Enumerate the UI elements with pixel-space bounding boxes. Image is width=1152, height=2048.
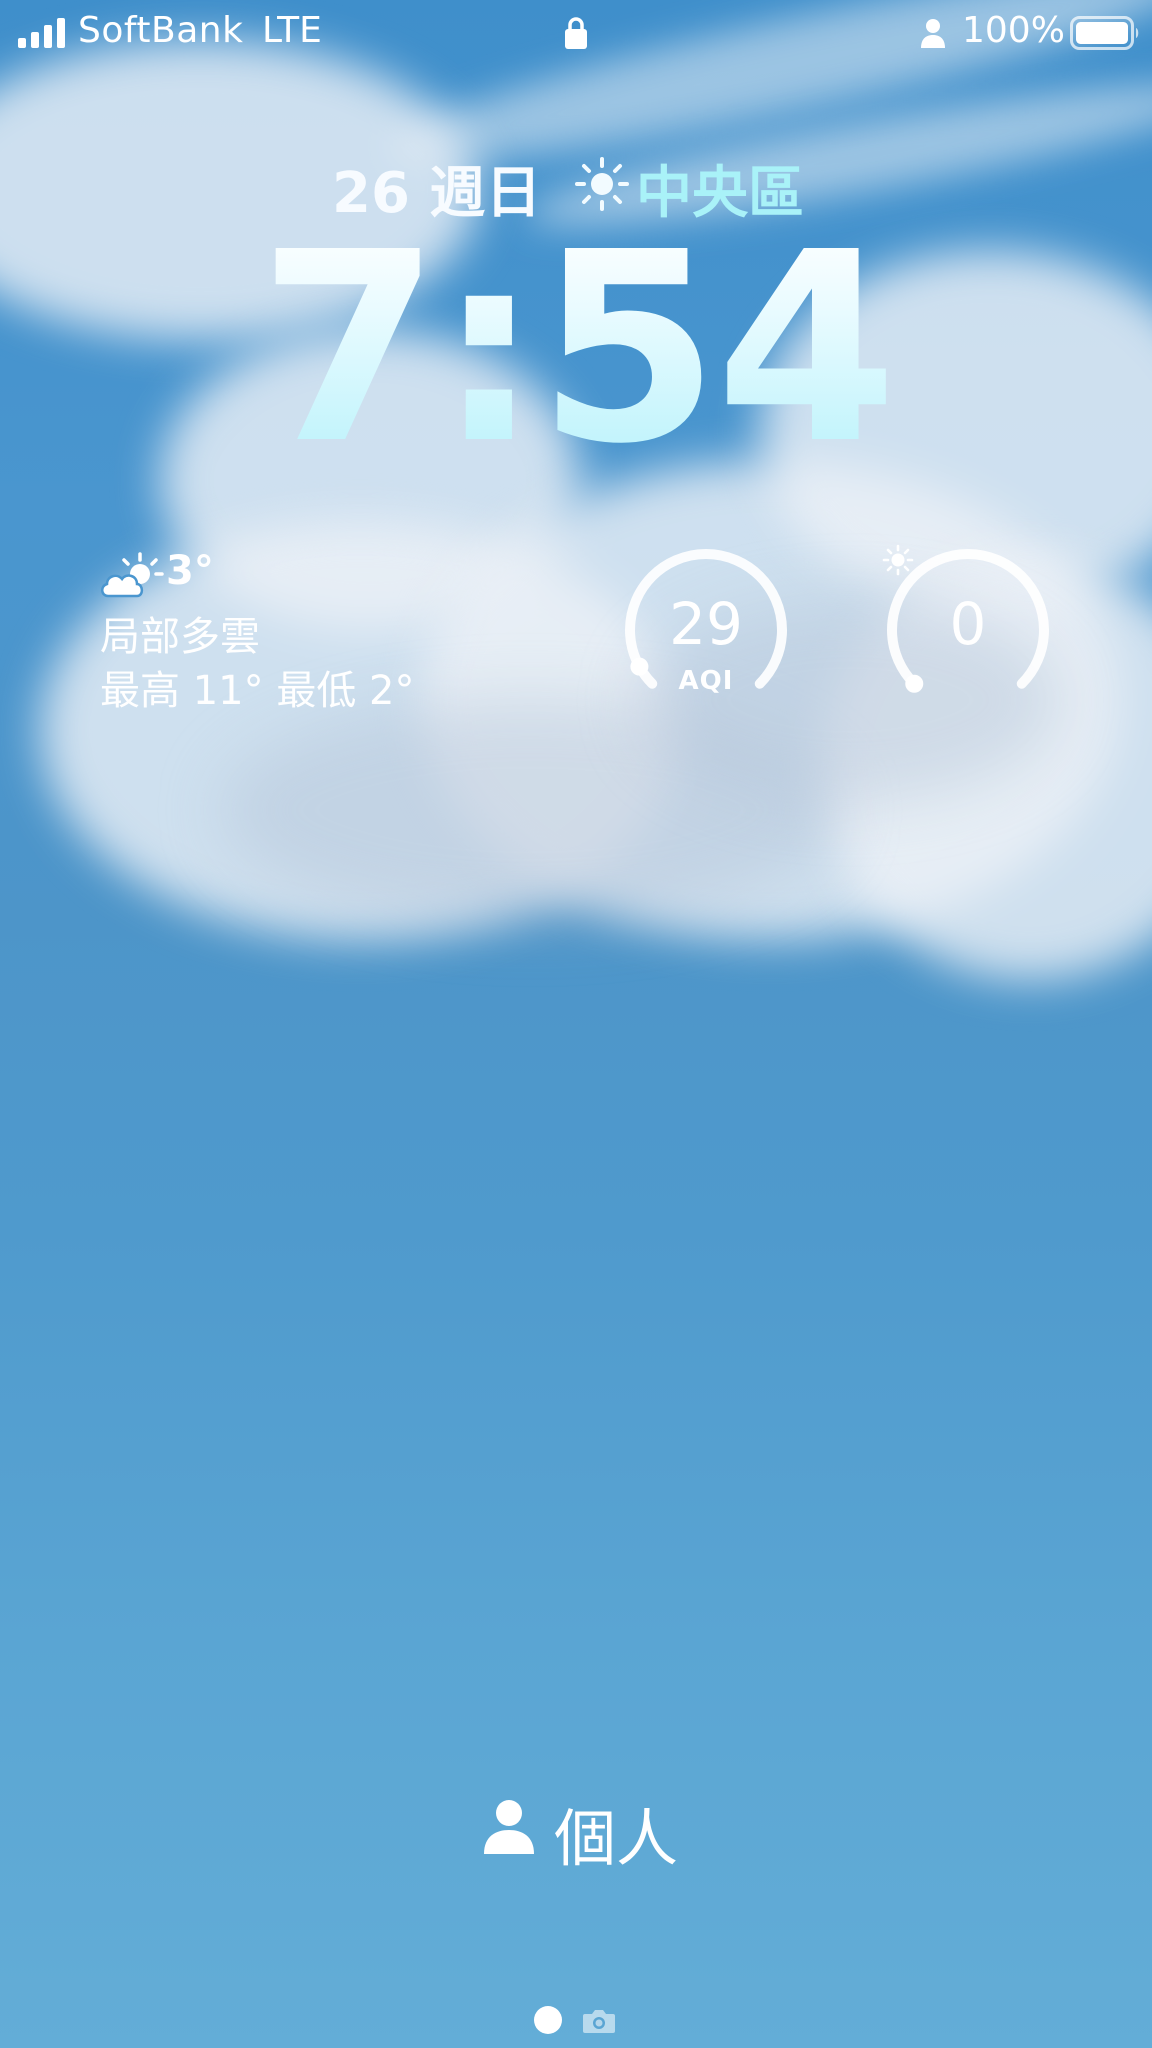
signal-bars-icon xyxy=(18,18,68,48)
high-low-temperature: 最高 11° 最低 2° xyxy=(100,668,415,714)
uv-value: 0 xyxy=(949,590,987,658)
page-dot-active[interactable] xyxy=(534,2006,562,2034)
battery-icon xyxy=(1070,16,1139,50)
status-bar: SoftBank LTE 100% xyxy=(0,0,1152,66)
page-indicator xyxy=(530,2004,630,2034)
network-type: LTE xyxy=(262,10,322,51)
aqi-widget[interactable]: 29 AQI xyxy=(620,544,792,716)
uv-index-widget[interactable]: 0 xyxy=(882,544,1054,716)
lock-icon xyxy=(565,17,587,49)
person-icon xyxy=(921,19,945,48)
partly-cloudy-icon xyxy=(101,552,164,598)
weather-condition: 局部多雲 xyxy=(100,614,260,660)
aqi-label: AQI xyxy=(678,666,734,696)
aqi-value: 29 xyxy=(669,590,743,658)
current-temperature: 3° xyxy=(166,548,214,594)
weather-current: 3° xyxy=(100,548,300,600)
weather-widget[interactable]: 3° 局部多雲 最高 11° 最低 2° xyxy=(100,548,520,718)
lock-screen-clock[interactable]: 7:54 xyxy=(0,218,1152,480)
carrier-name: SoftBank xyxy=(78,10,244,51)
sun-icon xyxy=(882,544,914,576)
focus-mode[interactable]: 個人 xyxy=(0,1788,1152,1875)
person-icon xyxy=(484,1800,534,1854)
battery-percentage: 100% xyxy=(962,10,1065,51)
focus-mode-label: 個人 xyxy=(554,1802,679,1875)
camera-icon[interactable] xyxy=(582,2008,616,2034)
